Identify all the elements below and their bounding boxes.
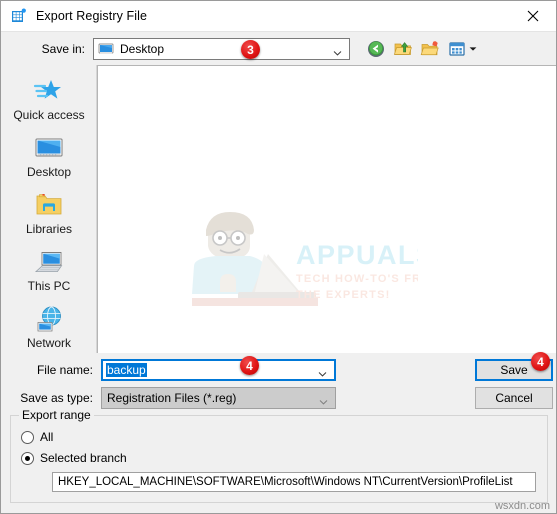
network-globe-icon (33, 303, 65, 335)
file-list-view[interactable]: APPUALS TECH HOW-TO'S FROM THE EXPERTS! (97, 65, 556, 353)
sidebar-label: Network (26, 336, 71, 350)
save-in-value: Desktop (120, 41, 165, 56)
views-icon[interactable] (447, 39, 467, 59)
watermark-title: APPUALS (296, 240, 418, 270)
title-bar: Export Registry File (1, 1, 556, 32)
close-icon[interactable] (510, 1, 556, 31)
sidebar-label: Libraries (25, 222, 73, 236)
appuals-watermark: APPUALS TECH HOW-TO'S FROM THE EXPERTS! (168, 206, 440, 321)
views-control[interactable] (447, 39, 477, 59)
file-type-label: Save as type: (20, 391, 93, 405)
sidebar-label: Desktop (26, 165, 72, 179)
watermark-sub1: TECH HOW-TO'S FROM (296, 273, 418, 285)
file-name-value: backup (106, 363, 147, 377)
radio-selected-branch-label: Selected branch (40, 451, 127, 465)
sidebar-item-network[interactable]: Network (1, 303, 97, 357)
chevron-down-icon (333, 44, 342, 56)
libraries-folder-icon (33, 189, 65, 221)
navigation-toolbar (366, 39, 477, 59)
annotation-badge-3: 3 (241, 40, 260, 59)
save-in-label: Save in: (41, 41, 85, 56)
radio-export-selected-branch[interactable]: Selected branch (21, 451, 127, 465)
back-icon[interactable] (366, 39, 386, 59)
branch-path-input[interactable]: HKEY_LOCAL_MACHINE\SOFTWARE\Microsoft\Wi… (52, 472, 536, 492)
sidebar-item-libraries[interactable]: Libraries (1, 189, 97, 243)
branch-path-value: HKEY_LOCAL_MACHINE\SOFTWARE\Microsoft\Wi… (58, 476, 513, 488)
radio-icon-checked (21, 451, 34, 465)
watermark-sub2: THE EXPERTS! (296, 289, 390, 301)
site-watermark: wsxdn.com (494, 500, 550, 512)
export-registry-file-dialog: Export Registry File Save in: Desktop Qu… (0, 0, 557, 514)
up-one-level-icon[interactable] (393, 39, 413, 59)
export-range-legend: Export range (19, 408, 94, 422)
quick-access-star-icon (33, 75, 65, 107)
cancel-button[interactable]: Cancel (475, 387, 553, 409)
cancel-button-label: Cancel (495, 391, 533, 405)
chevron-down-icon[interactable] (319, 394, 328, 405)
radio-export-all[interactable]: All (21, 430, 53, 444)
sidebar-item-this-pc[interactable]: This PC (1, 246, 97, 300)
export-range-group: Export range All Selected branch HKEY_LO… (10, 408, 548, 503)
this-pc-computer-icon (33, 246, 65, 278)
places-bar: Quick access Desktop Libraries This PC N… (1, 65, 97, 353)
file-name-row: File name: backup (1, 358, 556, 382)
sidebar-item-quick-access[interactable]: Quick access (1, 75, 97, 129)
file-name-label: File name: (36, 363, 93, 377)
new-folder-icon[interactable] (420, 39, 440, 59)
annotation-badge-4-filename: 4 (240, 356, 259, 375)
file-name-input[interactable]: backup (101, 359, 336, 381)
browser-body: Quick access Desktop Libraries This PC N… (1, 65, 556, 353)
window-title: Export Registry File (36, 9, 148, 23)
file-type-combobox[interactable]: Registration Files (*.reg) (101, 387, 336, 409)
file-type-value: Registration Files (*.reg) (107, 391, 237, 405)
save-in-row: Save in: Desktop (1, 32, 556, 65)
desktop-monitor-icon (98, 41, 114, 57)
annotation-badge-4-save: 4 (531, 352, 550, 371)
registry-editor-icon (11, 8, 27, 24)
save-in-combobox[interactable]: Desktop (93, 37, 350, 60)
radio-all-label: All (40, 430, 54, 444)
sidebar-label: This PC (27, 279, 71, 293)
save-button-label: Save (500, 363, 528, 377)
file-type-row: Save as type: Registration Files (*.reg) (1, 386, 556, 410)
views-chevron-down-icon[interactable] (469, 40, 477, 58)
sidebar-item-desktop[interactable]: Desktop (1, 132, 97, 186)
radio-icon (21, 430, 34, 444)
sidebar-label: Quick access (13, 108, 85, 122)
desktop-monitor-icon (33, 132, 65, 164)
chevron-down-icon[interactable] (318, 366, 327, 377)
